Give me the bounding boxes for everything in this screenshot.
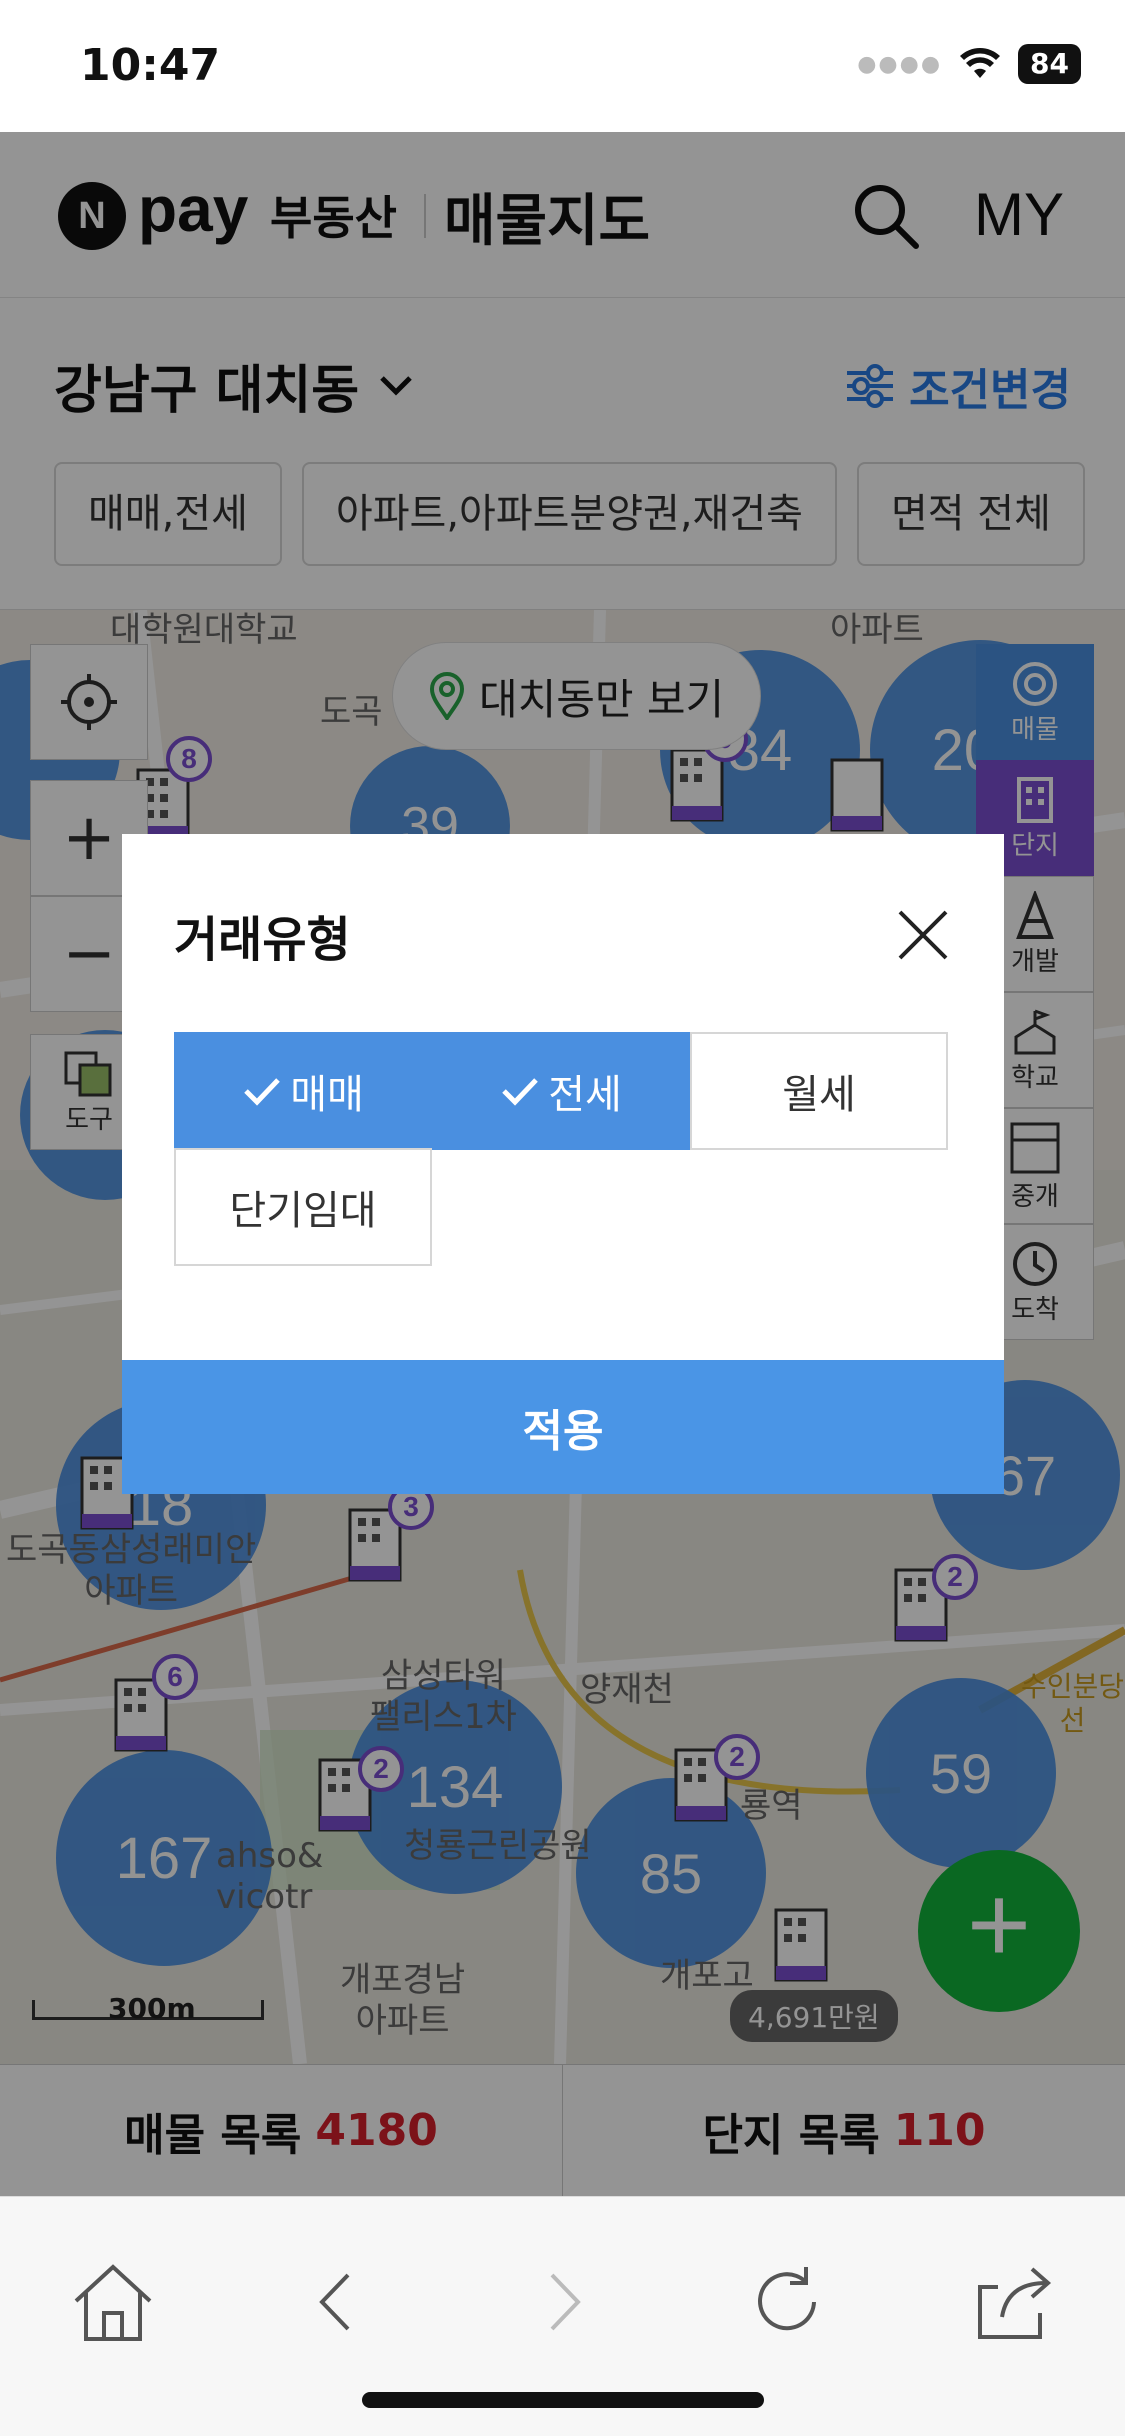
- status-indicators: ●●●● 84: [857, 44, 1081, 84]
- option-sale[interactable]: 매매: [174, 1032, 432, 1150]
- home-icon[interactable]: [68, 2257, 158, 2347]
- option-label: 매매: [290, 1072, 364, 1118]
- share-icon[interactable]: [968, 2257, 1058, 2347]
- refresh-icon[interactable]: [742, 2257, 832, 2347]
- wifi-icon: [960, 48, 1001, 78]
- forward-icon[interactable]: [518, 2257, 608, 2347]
- trade-type-dialog: 거래유형 매매 전세 월세 단기임대 적용: [122, 834, 1004, 1494]
- home-indicator: [362, 2392, 764, 2408]
- status-time: 10:47: [80, 40, 221, 91]
- close-icon[interactable]: [892, 904, 954, 966]
- option-label: 전세: [548, 1072, 622, 1118]
- check-icon: [502, 1078, 538, 1106]
- apply-button[interactable]: 적용: [122, 1360, 1004, 1494]
- back-icon[interactable]: [292, 2257, 382, 2347]
- status-bar: 10:47 ●●●● 84: [0, 0, 1125, 132]
- option-short-term-rent[interactable]: 단기임대: [174, 1148, 432, 1266]
- option-label: 월세: [782, 1072, 856, 1118]
- option-monthly-rent[interactable]: 월세: [690, 1032, 948, 1150]
- check-icon: [244, 1078, 280, 1106]
- dialog-title: 거래유형: [174, 912, 351, 968]
- cellular-signal-icon: ●●●●: [857, 51, 943, 77]
- option-label: 단기임대: [229, 1188, 377, 1234]
- option-jeonse[interactable]: 전세: [432, 1032, 690, 1150]
- battery-indicator: 84: [1018, 44, 1081, 84]
